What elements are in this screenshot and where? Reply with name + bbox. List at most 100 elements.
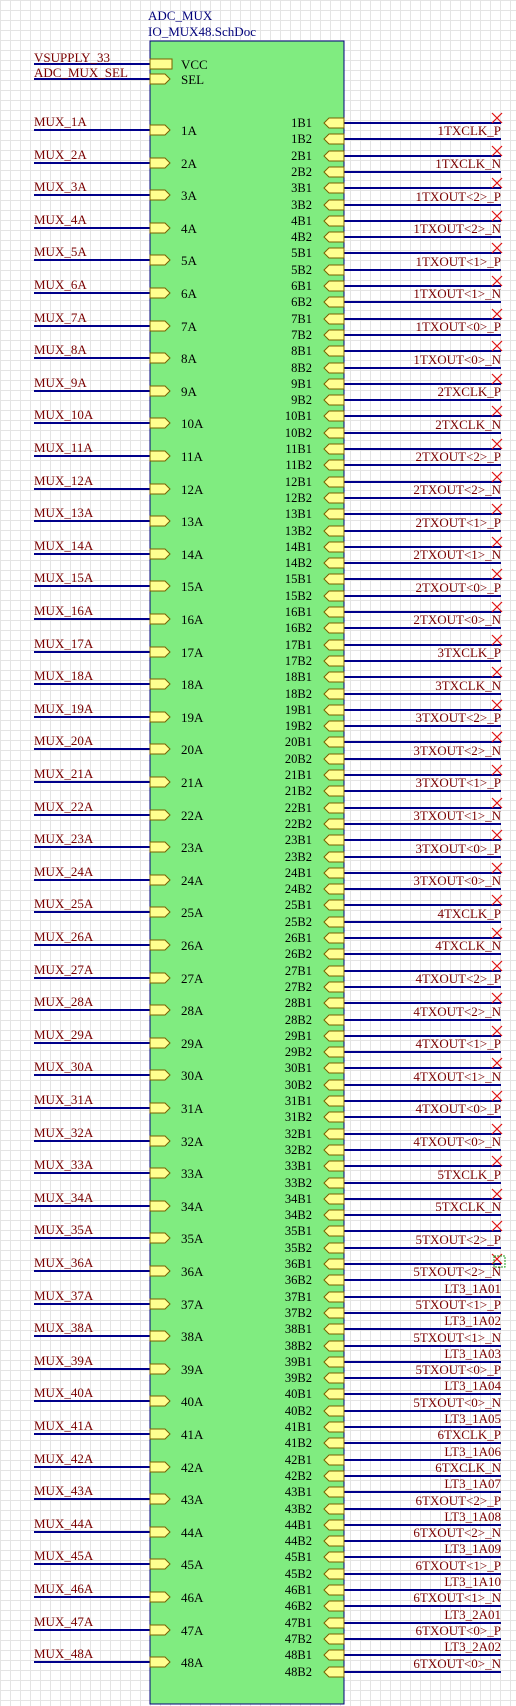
pin-a-port[interactable]	[149, 1167, 171, 1179]
pin-b1-port[interactable]	[323, 215, 345, 227]
pin-a-port[interactable]	[149, 1526, 171, 1538]
pin-b1-port[interactable]	[323, 671, 345, 683]
pin-b2-port[interactable]	[323, 1014, 345, 1026]
pin-a-port[interactable]	[149, 1591, 171, 1603]
pin-a-port[interactable]	[149, 743, 171, 755]
vcc-pin[interactable]	[149, 58, 173, 70]
pin-a-port[interactable]	[149, 124, 171, 136]
pin-b2-port[interactable]	[323, 785, 345, 797]
pin-b1-port[interactable]	[323, 378, 345, 390]
pin-a-port[interactable]	[149, 222, 171, 234]
pin-a-port[interactable]	[149, 450, 171, 462]
pin-a-port[interactable]	[149, 1200, 171, 1212]
pin-b2-port[interactable]	[323, 1405, 345, 1417]
pin-b1-port[interactable]	[323, 1193, 345, 1205]
pin-b2-port[interactable]	[323, 1535, 345, 1547]
pin-b2-port[interactable]	[323, 427, 345, 439]
pin-a-port[interactable]	[149, 254, 171, 266]
pin-a-port[interactable]	[149, 1624, 171, 1636]
pin-b2-port[interactable]	[323, 133, 345, 145]
pin-b2-port[interactable]	[323, 720, 345, 732]
pin-b2-port[interactable]	[323, 1437, 345, 1449]
pin-b1-port[interactable]	[323, 606, 345, 618]
pin-b2-port[interactable]	[323, 1666, 345, 1678]
pin-a-port[interactable]	[149, 1395, 171, 1407]
pin-b2-port[interactable]	[323, 525, 345, 537]
pin-b1-port[interactable]	[323, 1095, 345, 1107]
pin-a-port[interactable]	[149, 1461, 171, 1473]
pin-b1-port[interactable]	[323, 965, 345, 977]
pin-b1-port[interactable]	[323, 1551, 345, 1563]
pin-a-port[interactable]	[149, 1558, 171, 1570]
pin-b1-port[interactable]	[323, 182, 345, 194]
pin-b1-port[interactable]	[323, 1519, 345, 1531]
pin-b1-port[interactable]	[323, 1421, 345, 1433]
pin-b1-port[interactable]	[323, 443, 345, 455]
pin-b1-port[interactable]	[323, 1584, 345, 1596]
pin-b1-port[interactable]	[323, 508, 345, 520]
pin-b1-port[interactable]	[323, 1291, 345, 1303]
pin-b1-port[interactable]	[323, 476, 345, 488]
pin-b2-port[interactable]	[323, 1144, 345, 1156]
pin-b2-port[interactable]	[323, 1242, 345, 1254]
pin-a-port[interactable]	[149, 1232, 171, 1244]
pin-b1-port[interactable]	[323, 899, 345, 911]
pin-a-port[interactable]	[149, 580, 171, 592]
pin-b1-port[interactable]	[323, 1454, 345, 1466]
pin-b1-port[interactable]	[323, 117, 345, 129]
pin-b2-port[interactable]	[323, 753, 345, 765]
pin-b2-port[interactable]	[323, 1568, 345, 1580]
pin-b2-port[interactable]	[323, 655, 345, 667]
pin-a-port[interactable]	[149, 483, 171, 495]
pin-b2-port[interactable]	[323, 622, 345, 634]
pin-a-port[interactable]	[149, 841, 171, 853]
pin-a-port[interactable]	[149, 874, 171, 886]
pin-b2-port[interactable]	[323, 166, 345, 178]
pin-a-port[interactable]	[149, 1656, 171, 1668]
pin-b2-port[interactable]	[323, 818, 345, 830]
pin-b2-port[interactable]	[323, 459, 345, 471]
pin-b1-port[interactable]	[323, 1388, 345, 1400]
pin-a-port[interactable]	[149, 906, 171, 918]
pin-b1-port[interactable]	[323, 1030, 345, 1042]
pin-a-port[interactable]	[149, 515, 171, 527]
pin-b2-port[interactable]	[323, 851, 345, 863]
pin-b2-port[interactable]	[323, 199, 345, 211]
pin-b2-port[interactable]	[323, 264, 345, 276]
pin-b1-port[interactable]	[323, 867, 345, 879]
pin-a-port[interactable]	[149, 1004, 171, 1016]
pin-b1-port[interactable]	[323, 1160, 345, 1172]
pin-a-port[interactable]	[149, 320, 171, 332]
pin-b1-port[interactable]	[323, 1225, 345, 1237]
pin-a-port[interactable]	[149, 613, 171, 625]
pin-b2-port[interactable]	[323, 1111, 345, 1123]
pin-b1-port[interactable]	[323, 313, 345, 325]
pin-a-port[interactable]	[149, 809, 171, 821]
pin-b2-port[interactable]	[323, 1340, 345, 1352]
pin-a-port[interactable]	[149, 939, 171, 951]
pin-b1-port[interactable]	[323, 541, 345, 553]
pin-a-port[interactable]	[149, 385, 171, 397]
pin-b2-port[interactable]	[323, 688, 345, 700]
pin-b2-port[interactable]	[323, 916, 345, 928]
pin-a-port[interactable]	[149, 352, 171, 364]
pin-b1-port[interactable]	[323, 247, 345, 259]
pin-b1-port[interactable]	[323, 1258, 345, 1270]
pin-b1-port[interactable]	[323, 1128, 345, 1140]
pin-a-port[interactable]	[149, 1265, 171, 1277]
pin-b1-port[interactable]	[323, 1356, 345, 1368]
pin-a-port[interactable]	[149, 189, 171, 201]
sel-pin[interactable]	[149, 73, 171, 85]
pin-b2-port[interactable]	[323, 329, 345, 341]
pin-b2-port[interactable]	[323, 1079, 345, 1091]
pin-b2-port[interactable]	[323, 1046, 345, 1058]
pin-b2-port[interactable]	[323, 1470, 345, 1482]
pin-b1-port[interactable]	[323, 410, 345, 422]
pin-b1-port[interactable]	[323, 280, 345, 292]
pin-b1-port[interactable]	[323, 1649, 345, 1661]
pin-a-port[interactable]	[149, 1102, 171, 1114]
pin-a-port[interactable]	[149, 678, 171, 690]
pin-b2-port[interactable]	[323, 883, 345, 895]
pin-b1-port[interactable]	[323, 997, 345, 1009]
pin-b1-port[interactable]	[323, 1062, 345, 1074]
